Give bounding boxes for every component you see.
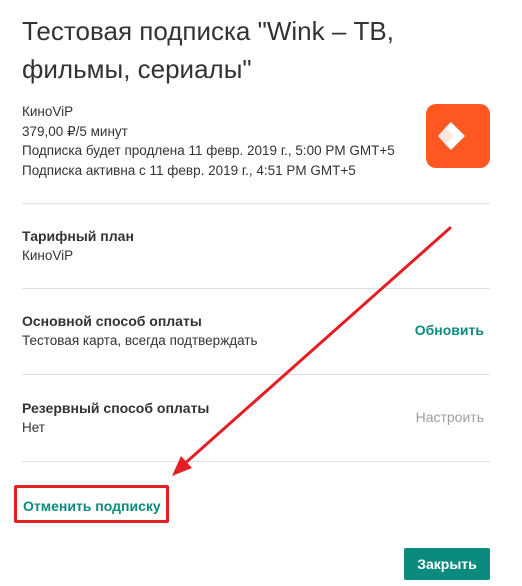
divider: [22, 203, 490, 204]
play-diamond-icon: [438, 122, 465, 150]
close-button[interactable]: Закрыть: [404, 548, 490, 580]
subscription-info: КиноViP 379,00 ₽/5 минут Подписка будет …: [22, 102, 395, 180]
divider: [22, 374, 490, 375]
subscription-renewal: Подписка будет продлена 11 февр. 2019 г.…: [22, 143, 395, 158]
subscription-active-since: Подписка активна с 11 февр. 2019 г., 4:5…: [22, 162, 356, 178]
wink-app-icon: [426, 104, 490, 168]
subscription-price: 379,00 ₽/5 минут: [22, 123, 128, 139]
update-payment-button[interactable]: Обновить: [415, 320, 484, 340]
tariff-value: КиноViP: [22, 248, 74, 263]
tariff-section: Тарифный план КиноViP: [22, 226, 490, 266]
annotation-highlight-box: [14, 485, 169, 523]
tariff-title: Тарифный план: [22, 228, 134, 244]
divider: [22, 461, 490, 462]
divider: [22, 288, 490, 289]
setup-backup-payment-button[interactable]: Настроить: [416, 407, 484, 427]
subscription-name: КиноViP: [22, 104, 74, 119]
dialog-title: Тестовая подписка "Wink – ТВ, фильмы, се…: [22, 16, 394, 84]
